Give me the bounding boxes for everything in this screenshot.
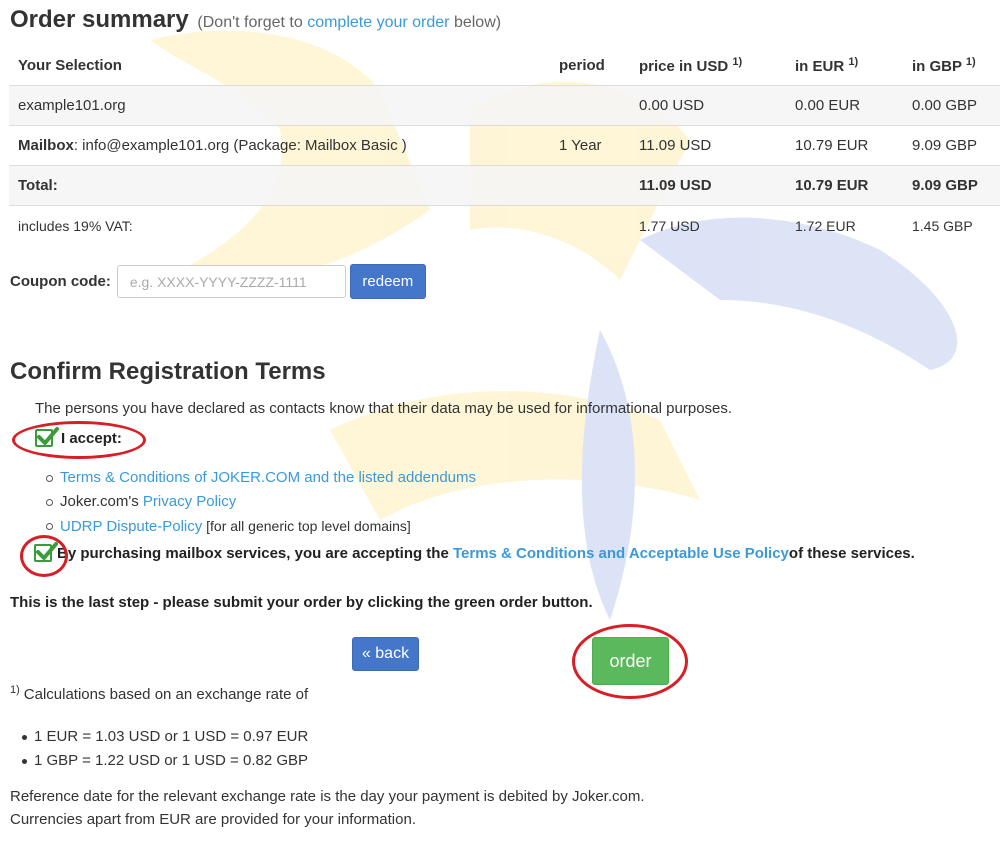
mailbox-terms-prefix: By purchasing mailbox services, you are … bbox=[57, 544, 449, 562]
vat-usd: 1.77 USD bbox=[630, 205, 786, 245]
cell-period: 1 Year bbox=[550, 125, 630, 166]
cell-gbp: 0.00 GBP bbox=[903, 85, 1000, 126]
subtitle-suffix: below) bbox=[449, 14, 502, 31]
cell-period bbox=[550, 85, 630, 126]
confirm-terms-heading: Confirm Registration Terms bbox=[10, 358, 326, 385]
list-item: 1 GBP = 1.22 USD or 1 USD = 0.82 GBP bbox=[20, 749, 308, 773]
back-button[interactable]: « back bbox=[352, 637, 419, 671]
udrp-policy-link[interactable]: UDRP Dispute-Policy bbox=[60, 518, 202, 535]
order-summary-title: Order summary bbox=[10, 6, 189, 33]
privacy-policy-link[interactable]: Privacy Policy bbox=[143, 493, 236, 510]
vat-label: includes 19% VAT: bbox=[9, 205, 550, 245]
mailbox-terms-row: By purchasing mailbox services, you are … bbox=[34, 542, 915, 562]
accept-terms-checkbox[interactable] bbox=[35, 427, 59, 447]
cell-usd: 11.09 USD bbox=[630, 125, 786, 166]
table-row: Mailbox: info@example101.org (Package: M… bbox=[9, 125, 1000, 166]
total-eur: 10.79 EUR bbox=[786, 165, 903, 206]
vat-row: includes 19% VAT: 1.77 USD 1.72 EUR 1.45… bbox=[9, 205, 1000, 245]
order-summary-table: Your Selection period price in USD 1) in… bbox=[9, 46, 1000, 245]
cell-usd: 0.00 USD bbox=[630, 85, 786, 126]
col-header-eur: in EUR 1) bbox=[786, 46, 903, 86]
terms-intro-text: The persons you have declared as contact… bbox=[35, 400, 733, 417]
col-header-gbp: in GBP 1) bbox=[903, 46, 1000, 86]
cell-selection: example101.org bbox=[9, 85, 550, 126]
checkmark-icon bbox=[36, 542, 58, 560]
cell-eur: 0.00 EUR bbox=[786, 85, 903, 126]
col-header-period: period bbox=[550, 46, 630, 86]
redeem-button[interactable]: redeem bbox=[349, 264, 426, 299]
total-row: Total: 11.09 USD 10.79 EUR 9.09 GBP bbox=[9, 165, 1000, 206]
order-summary-subtitle: (Don't forget to complete your order bel… bbox=[197, 14, 501, 31]
total-usd: 11.09 USD bbox=[630, 165, 786, 206]
udrp-suffix: [for all generic top level domains] bbox=[202, 518, 411, 534]
vat-gbp: 1.45 GBP bbox=[903, 205, 1000, 245]
currency-info-line: Currencies apart from EUR are provided f… bbox=[10, 811, 416, 828]
reference-date-note: Reference date for the relevant exchange… bbox=[10, 785, 645, 831]
cell-eur: 10.79 EUR bbox=[786, 125, 903, 166]
mailbox-terms-suffix: of these services. bbox=[788, 544, 915, 562]
col-header-selection: Your Selection bbox=[9, 46, 550, 86]
table-row: example101.org 0.00 USD 0.00 EUR 0.00 GB… bbox=[9, 85, 1000, 126]
terms-list: Terms & Conditions of JOKER.COM and the … bbox=[46, 466, 476, 538]
footnote-mark: 1) bbox=[10, 684, 20, 696]
accept-terms-label: I accept: bbox=[61, 429, 122, 447]
mailbox-aup-link[interactable]: Terms & Conditions and Acceptable Use Po… bbox=[453, 545, 789, 562]
cell-gbp: 9.09 GBP bbox=[903, 125, 1000, 166]
list-item: Joker.com's Privacy Policy bbox=[46, 490, 476, 514]
coupon-input[interactable] bbox=[116, 265, 346, 298]
order-button[interactable]: order bbox=[592, 637, 669, 685]
list-item: UDRP Dispute-Policy [for all generic top… bbox=[46, 514, 476, 538]
complete-order-link[interactable]: complete your order bbox=[307, 14, 449, 31]
total-gbp: 9.09 GBP bbox=[903, 165, 1000, 206]
footnote-text: Calculations based on an exchange rate o… bbox=[23, 686, 309, 703]
checkmark-icon bbox=[37, 427, 59, 445]
coupon-form: Coupon code: redeem bbox=[10, 264, 426, 299]
reference-date-line: Reference date for the relevant exchange… bbox=[10, 788, 645, 805]
privacy-prefix: Joker.com's bbox=[60, 493, 143, 510]
last-step-text: This is the last step - please submit yo… bbox=[10, 594, 593, 611]
exchange-rate-list: 1 EUR = 1.03 USD or 1 USD = 0.97 EUR 1 G… bbox=[20, 725, 308, 773]
exchange-rate-footnote: 1) Calculations based on an exchange rate… bbox=[10, 684, 308, 703]
order-summary-heading: Order summary (Don't forget to complete … bbox=[10, 6, 501, 34]
cell-selection: Mailbox: info@example101.org (Package: M… bbox=[9, 125, 550, 166]
total-label: Total: bbox=[9, 165, 550, 206]
coupon-label: Coupon code: bbox=[10, 273, 111, 290]
list-item: Terms & Conditions of JOKER.COM and the … bbox=[46, 466, 476, 490]
table-header-row: Your Selection period price in USD 1) in… bbox=[9, 46, 1000, 86]
col-header-usd: price in USD 1) bbox=[630, 46, 786, 86]
accept-terms-row: I accept: bbox=[35, 427, 122, 447]
list-item: 1 EUR = 1.03 USD or 1 USD = 0.97 EUR bbox=[20, 725, 308, 749]
vat-eur: 1.72 EUR bbox=[786, 205, 903, 245]
joker-terms-link[interactable]: Terms & Conditions of JOKER.COM and the … bbox=[60, 469, 476, 486]
subtitle-prefix: (Don't forget to bbox=[197, 14, 308, 31]
mailbox-terms-checkbox[interactable] bbox=[34, 542, 58, 562]
